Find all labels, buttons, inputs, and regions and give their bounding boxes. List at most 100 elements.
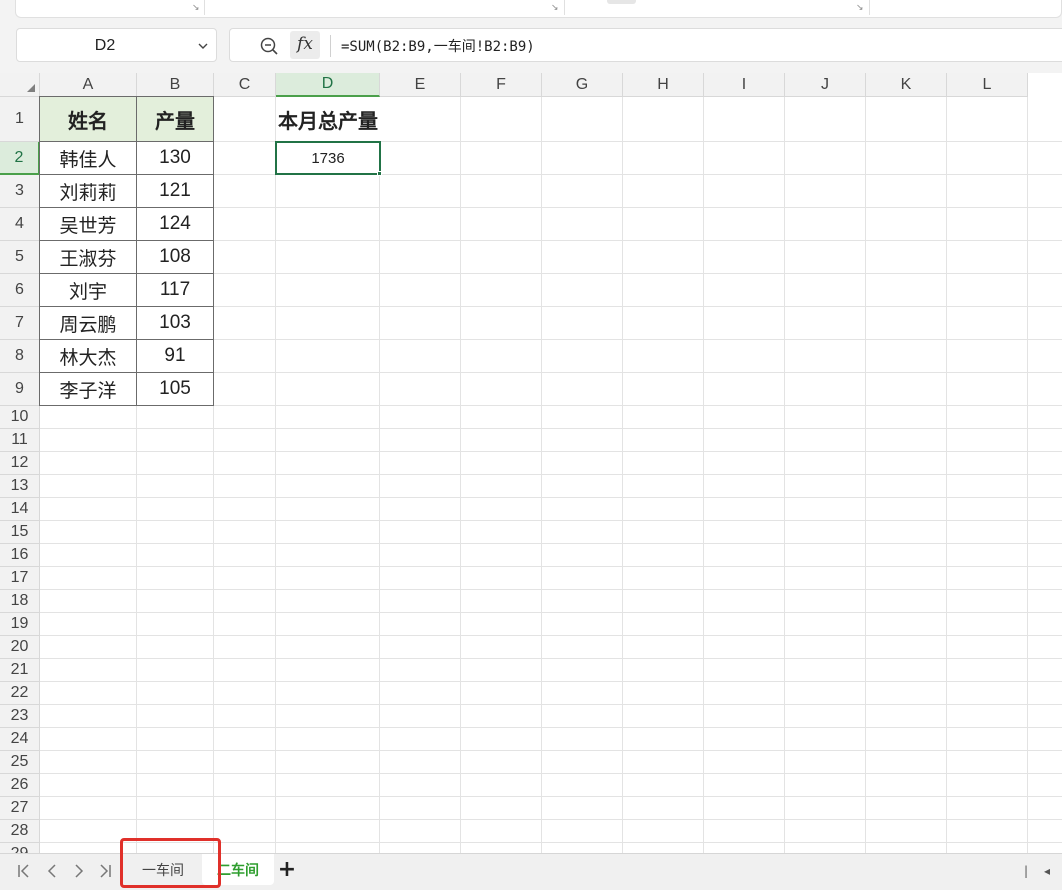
ribbon-divider xyxy=(204,0,205,15)
scroll-left-icon[interactable]: ◂ xyxy=(1044,864,1050,878)
row-header-18[interactable]: 18 xyxy=(0,590,40,613)
column-header-g[interactable]: G xyxy=(542,73,623,97)
column-header-c[interactable]: C xyxy=(214,73,276,97)
gridline xyxy=(40,819,1062,820)
ribbon-divider xyxy=(564,0,565,15)
column-header-i[interactable]: I xyxy=(704,73,785,97)
row-header-8[interactable]: 8 xyxy=(0,340,40,373)
last-sheet-icon[interactable] xyxy=(96,862,114,880)
dialog-launcher-icon[interactable]: ↘ xyxy=(551,3,559,13)
gridline xyxy=(703,97,704,853)
table-cell[interactable]: 130 xyxy=(136,141,214,175)
gridline xyxy=(946,97,947,853)
table-cell[interactable]: 周云鹏 xyxy=(39,306,137,340)
table-header-cell[interactable]: 产量 xyxy=(136,96,214,142)
gridline xyxy=(622,97,623,853)
row-header-3[interactable]: 3 xyxy=(0,175,40,208)
table-cell[interactable]: 李子洋 xyxy=(39,372,137,406)
table-cell[interactable]: 103 xyxy=(136,306,214,340)
name-box[interactable]: D2 xyxy=(16,28,217,62)
row-header-27[interactable]: 27 xyxy=(0,797,40,820)
row-header-17[interactable]: 17 xyxy=(0,567,40,590)
table-cell[interactable]: 韩佳人 xyxy=(39,141,137,175)
fill-handle[interactable] xyxy=(377,171,382,176)
insert-function-button[interactable]: fx xyxy=(290,31,320,59)
select-all-icon xyxy=(27,84,35,92)
row-header-7[interactable]: 7 xyxy=(0,307,40,340)
row-header-14[interactable]: 14 xyxy=(0,498,40,521)
column-header-d[interactable]: D xyxy=(276,73,380,97)
table-cell[interactable]: 124 xyxy=(136,207,214,241)
row-header-11[interactable]: 11 xyxy=(0,429,40,452)
table-cell[interactable]: 王淑芬 xyxy=(39,240,137,274)
table-cell[interactable]: 91 xyxy=(136,339,214,373)
row-header-12[interactable]: 12 xyxy=(0,452,40,475)
formula-bar[interactable]: fx =SUM(B2:B9,一车间!B2:B9) xyxy=(229,28,1062,62)
gridline xyxy=(40,796,1062,797)
gridline xyxy=(40,635,1062,636)
next-sheet-icon[interactable] xyxy=(70,862,88,880)
dialog-launcher-icon[interactable]: ↘ xyxy=(856,3,864,13)
table-cell[interactable]: 117 xyxy=(136,273,214,307)
row-header-23[interactable]: 23 xyxy=(0,705,40,728)
table-cell[interactable]: 108 xyxy=(136,240,214,274)
gridline xyxy=(40,750,1062,751)
formula-input[interactable]: =SUM(B2:B9,一车间!B2:B9) xyxy=(341,36,535,56)
row-header-1[interactable]: 1 xyxy=(0,97,40,142)
selected-cell-d2[interactable]: 1736 xyxy=(275,141,381,175)
row-header-19[interactable]: 19 xyxy=(0,613,40,636)
table-cell[interactable]: 105 xyxy=(136,372,214,406)
table-cell[interactable]: 吴世芳 xyxy=(39,207,137,241)
gridline xyxy=(40,612,1062,613)
summary-label-cell[interactable]: 本月总产量 xyxy=(276,97,380,141)
table-header-cell[interactable]: 姓名 xyxy=(39,96,137,142)
spreadsheet-grid[interactable]: A B C D E F G H I J K L 1 2 3 4 5 6 7 8 9 10 11 12 13 14 15 16 17 18 1… xyxy=(0,73,1062,853)
row-header-16[interactable]: 16 xyxy=(0,544,40,567)
ribbon-tab-nub xyxy=(607,0,636,4)
row-header-15[interactable]: 15 xyxy=(0,521,40,544)
row-header-6[interactable]: 6 xyxy=(0,274,40,307)
gridline xyxy=(379,97,380,853)
column-header-e[interactable]: E xyxy=(380,73,461,97)
ribbon-divider xyxy=(869,0,870,15)
table-cell[interactable]: 121 xyxy=(136,174,214,208)
column-header-j[interactable]: J xyxy=(785,73,866,97)
row-header-29[interactable]: 29 xyxy=(0,843,40,853)
row-header-21[interactable]: 21 xyxy=(0,659,40,682)
gridline xyxy=(40,543,1062,544)
prev-sheet-icon[interactable] xyxy=(43,862,61,880)
gridline xyxy=(40,773,1062,774)
gridline xyxy=(40,520,1062,521)
column-header-f[interactable]: F xyxy=(461,73,542,97)
column-header-k[interactable]: K xyxy=(866,73,947,97)
row-header-9[interactable]: 9 xyxy=(0,373,40,406)
column-header-l[interactable]: L xyxy=(947,73,1028,97)
row-header-25[interactable]: 25 xyxy=(0,751,40,774)
gridline xyxy=(40,566,1062,567)
gridline xyxy=(40,704,1062,705)
column-header-b[interactable]: B xyxy=(137,73,214,97)
zoom-out-icon[interactable] xyxy=(259,36,279,56)
table-cell[interactable]: 林大杰 xyxy=(39,339,137,373)
row-header-4[interactable]: 4 xyxy=(0,208,40,241)
row-header-24[interactable]: 24 xyxy=(0,728,40,751)
select-all-corner[interactable] xyxy=(0,73,40,97)
column-header-h[interactable]: H xyxy=(623,73,704,97)
row-header-20[interactable]: 20 xyxy=(0,636,40,659)
row-header-2[interactable]: 2 xyxy=(0,142,40,175)
gridline xyxy=(275,97,276,853)
table-cell[interactable]: 刘宇 xyxy=(39,273,137,307)
row-header-5[interactable]: 5 xyxy=(0,241,40,274)
dialog-launcher-icon[interactable]: ↘ xyxy=(192,3,200,13)
row-header-13[interactable]: 13 xyxy=(0,475,40,498)
column-header-a[interactable]: A xyxy=(40,73,137,97)
tab-splitter-icon[interactable]: | xyxy=(1024,864,1028,878)
row-header-22[interactable]: 22 xyxy=(0,682,40,705)
row-header-26[interactable]: 26 xyxy=(0,774,40,797)
row-header-10[interactable]: 10 xyxy=(0,406,40,429)
first-sheet-icon[interactable] xyxy=(15,862,33,880)
table-cell[interactable]: 刘莉莉 xyxy=(39,174,137,208)
chevron-down-icon[interactable] xyxy=(198,41,208,51)
row-header-28[interactable]: 28 xyxy=(0,820,40,843)
add-sheet-button[interactable]: + xyxy=(276,859,298,882)
